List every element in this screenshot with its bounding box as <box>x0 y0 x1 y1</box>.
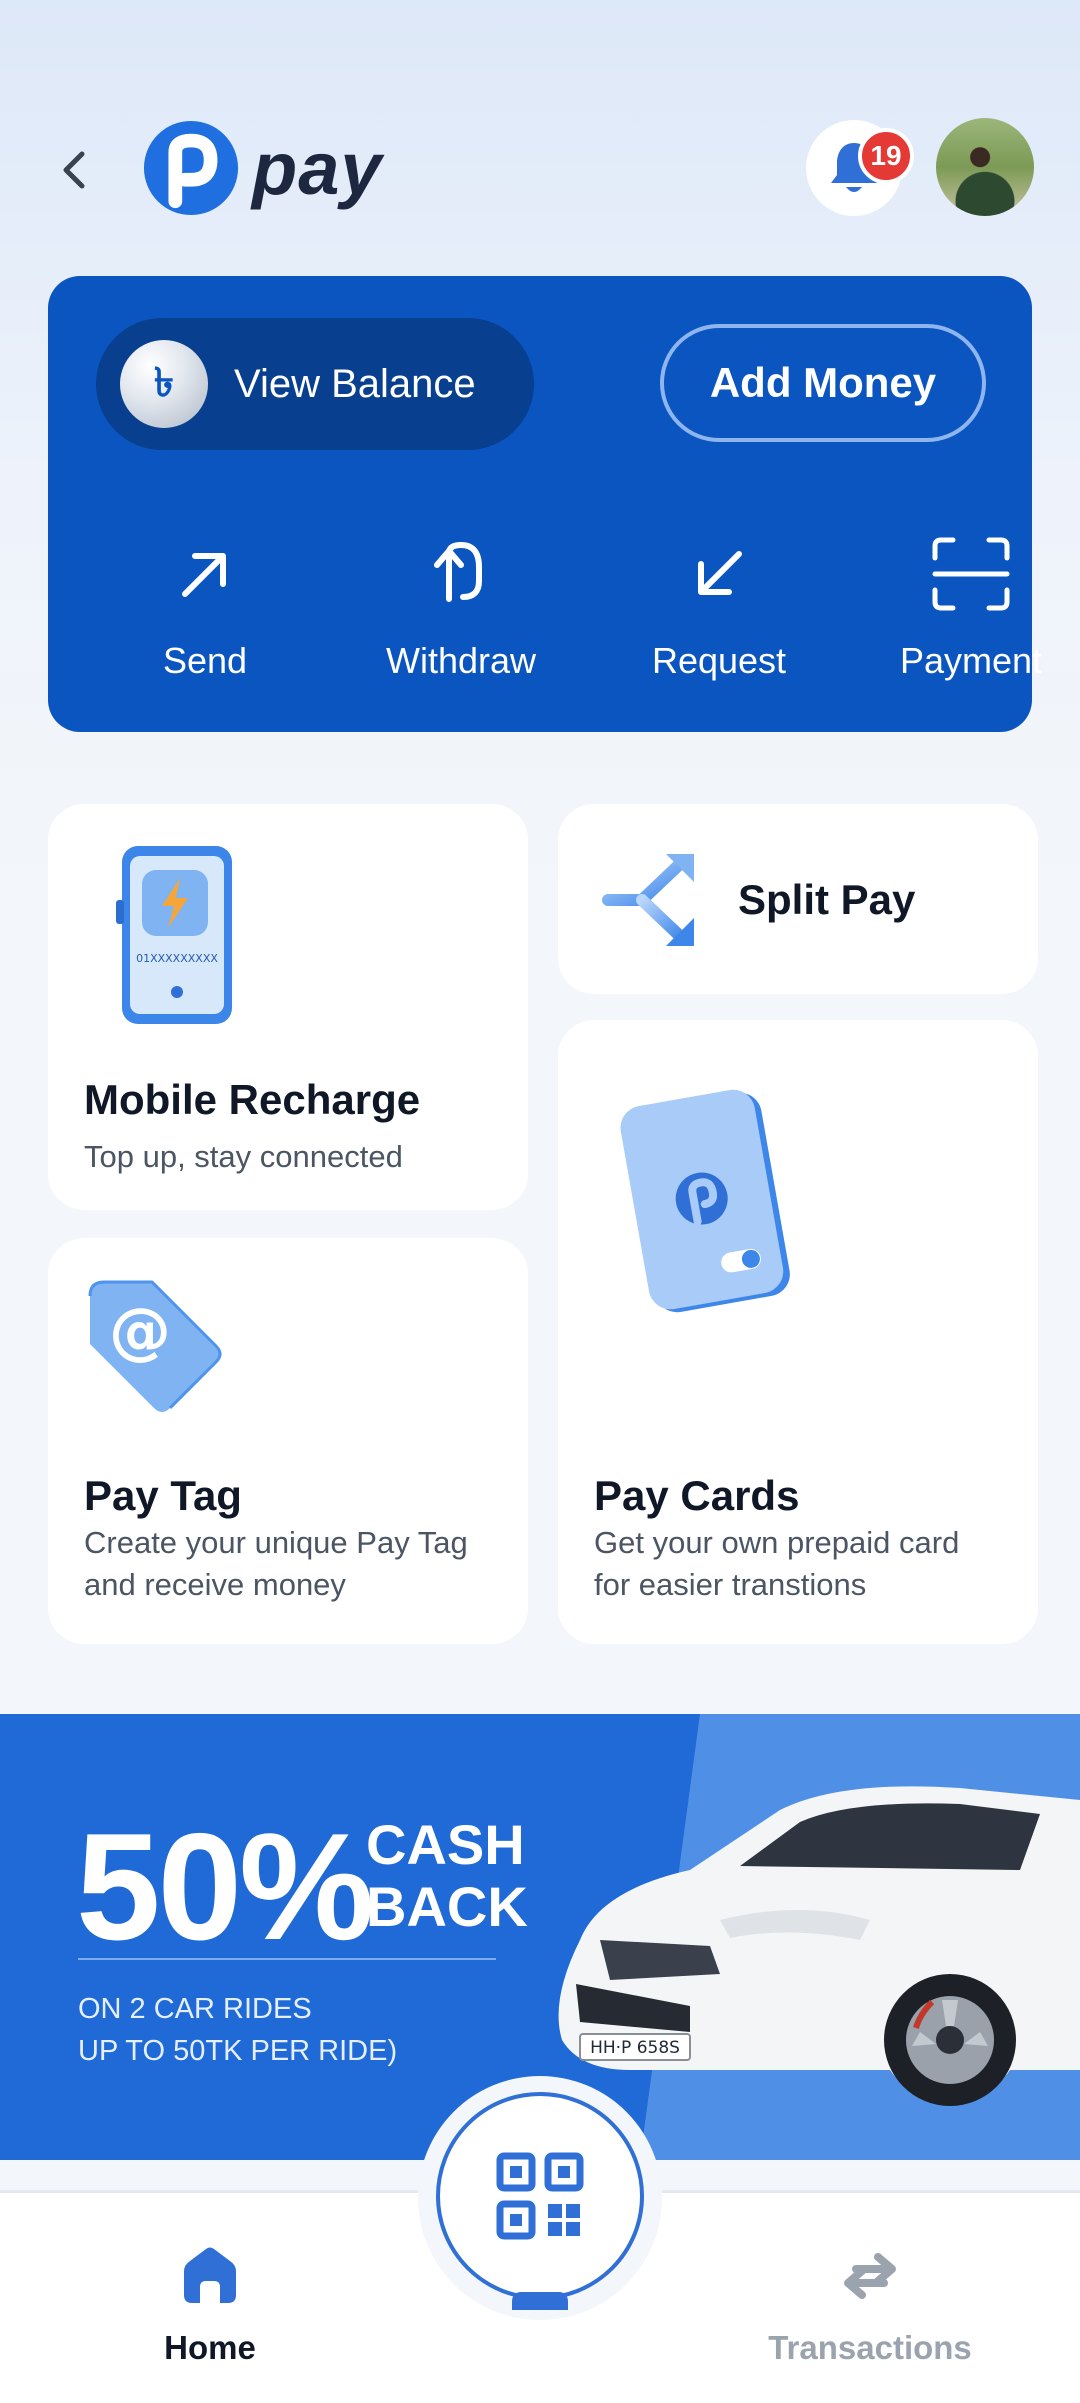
swap-arrows-icon <box>844 2253 896 2299</box>
send-button[interactable]: Send <box>100 534 310 684</box>
promo-cashback-label: CASH BACK <box>366 1814 528 1938</box>
view-balance-button[interactable]: ৳ View Balance <box>96 318 534 450</box>
pay-tag-subtitle-2: and receive money <box>84 1567 346 1602</box>
withdraw-button[interactable]: Withdraw <box>356 534 566 684</box>
pay-logo-icon <box>143 120 239 216</box>
logo-text: pay <box>252 126 383 210</box>
arrow-up-right-icon <box>182 553 226 597</box>
split-pay-title: Split Pay <box>738 876 916 923</box>
promo-details: ON 2 CAR RIDES UP TO 50TK PER RIDE) <box>78 1988 397 2072</box>
qr-code-icon <box>496 2152 584 2240</box>
nav-transactions-label: Transactions <box>768 2329 972 2366</box>
car-image: HH·P 658S <box>558 1786 1080 2106</box>
split-arrows-icon <box>602 854 694 946</box>
balance-card: ৳ View Balance Add Money Send Withdraw R… <box>48 276 1042 732</box>
pay-tag-subtitle-1: Create your unique Pay Tag <box>84 1525 468 1560</box>
split-pay-card[interactable]: Split Pay <box>558 804 1038 994</box>
pay-cards-subtitle-2: for easier transtions <box>594 1567 867 1602</box>
request-button[interactable]: Request <box>614 534 824 684</box>
phone-recharge-icon: 01XXXXXXXXX <box>116 846 232 1024</box>
notification-badge: 19 <box>858 128 914 184</box>
app-logo: pay <box>142 118 383 218</box>
pay-tag-card[interactable]: @ Pay Tag Create your unique Pay Tag and… <box>48 1238 528 1644</box>
at-tag-icon: @ <box>88 1280 222 1412</box>
arrow-down-left-icon <box>698 551 742 595</box>
notifications-button[interactable]: 19 <box>806 120 914 216</box>
svg-text:@: @ <box>109 1294 171 1367</box>
pay-cards-subtitle-1: Get your own prepaid card <box>594 1525 960 1560</box>
scan-icon <box>932 537 1010 611</box>
withdraw-label: Withdraw <box>385 640 537 681</box>
view-balance-label: View Balance <box>234 361 476 406</box>
home-icon <box>184 2247 236 2303</box>
mobile-recharge-subtitle: Top up, stay connected <box>84 1139 403 1174</box>
nav-home-label: Home <box>164 2329 256 2366</box>
add-money-button[interactable]: Add Money <box>660 324 986 442</box>
pay-cards-title: Pay Cards <box>594 1472 800 1519</box>
nav-transactions[interactable]: Transactions <box>740 2243 1000 2367</box>
header: pay 19 <box>0 0 1080 260</box>
avatar[interactable] <box>936 118 1034 216</box>
mobile-recharge-title: Mobile Recharge <box>84 1076 421 1123</box>
payment-label: Payment <box>899 640 1043 681</box>
payment-button[interactable]: Payment <box>866 534 1076 684</box>
request-label: Request <box>651 640 787 681</box>
send-label: Send <box>162 640 248 681</box>
mobile-recharge-card[interactable]: 01XXXXXXXXX Mobile Recharge Top up, stay… <box>48 804 528 1210</box>
pay-cards-card[interactable]: Pay Cards Get your own prepaid card for … <box>558 1020 1038 1644</box>
promo-back-line: BACK <box>366 1875 528 1938</box>
nav-home[interactable]: Home <box>80 2243 340 2367</box>
promo-detail-1: ON 2 CAR RIDES <box>78 1993 312 2025</box>
withdraw-icon <box>434 541 482 602</box>
taka-coin-icon: ৳ <box>120 340 208 428</box>
promo-cash-line: CASH <box>366 1813 525 1876</box>
prepaid-card-icon <box>620 1089 790 1313</box>
promo-detail-2: UP TO 50TK PER RIDE) <box>78 2035 398 2067</box>
promo-percent: 50% <box>76 1802 374 1972</box>
qr-button-indicator <box>512 2292 568 2310</box>
back-button[interactable] <box>52 140 96 200</box>
pay-tag-title: Pay Tag <box>84 1472 242 1519</box>
car-plate-text: HH·P 658S <box>590 2038 680 2058</box>
phone-number-text: 01XXXXXXXXX <box>136 952 218 965</box>
qr-scan-button[interactable] <box>436 2092 644 2300</box>
promo-divider <box>78 1958 496 1960</box>
chevron-left-icon <box>63 151 85 189</box>
